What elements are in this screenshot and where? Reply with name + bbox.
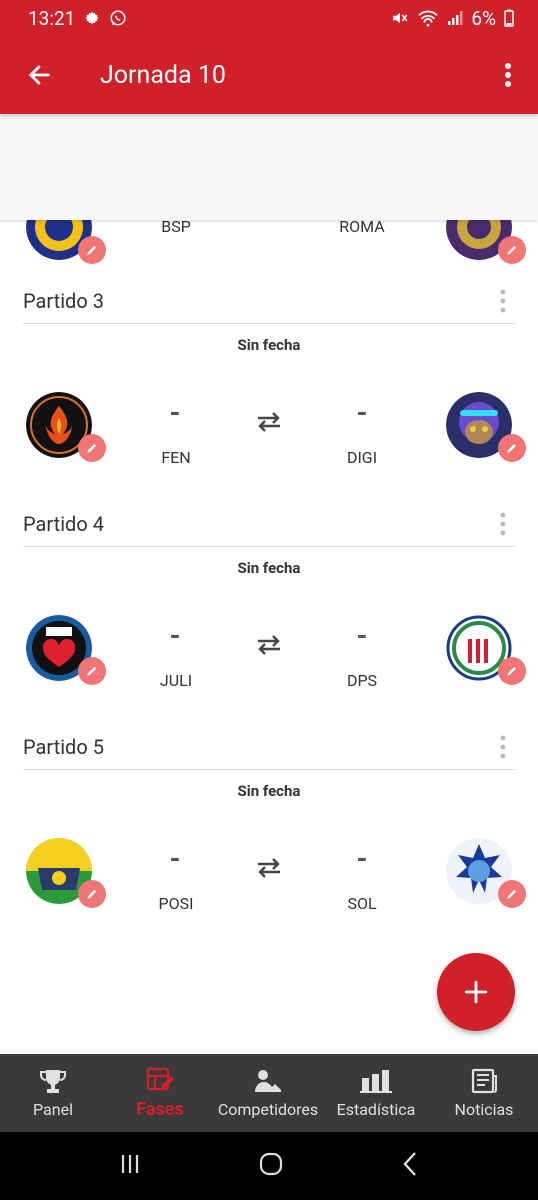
back-button[interactable] bbox=[0, 36, 78, 114]
match-date: Sin fecha bbox=[237, 336, 301, 354]
nav-label: Panel bbox=[33, 1099, 73, 1119]
edit-icon[interactable] bbox=[498, 880, 526, 908]
signal-icon bbox=[447, 10, 463, 26]
cat-helmet-logo-icon bbox=[446, 392, 526, 462]
team-code-home: FEN bbox=[161, 448, 191, 467]
nav-item-panel[interactable]: Panel bbox=[0, 1054, 106, 1132]
overflow-menu-button[interactable] bbox=[478, 36, 538, 114]
nav-item-estadistica[interactable]: Estadística bbox=[322, 1054, 430, 1132]
nav-label: Estadística bbox=[336, 1099, 416, 1119]
positivos-logo-icon bbox=[26, 838, 106, 908]
edit-icon[interactable] bbox=[78, 657, 106, 685]
app-bar: Jornada 10 bbox=[0, 36, 538, 114]
add-match-button[interactable] bbox=[437, 953, 515, 1031]
match-card: Partido 5 Sin fecha - - POSI SOL bbox=[0, 724, 538, 947]
swap-icon[interactable] bbox=[254, 410, 284, 434]
battery-text: 6% bbox=[471, 6, 496, 30]
competitors-icon bbox=[255, 1069, 281, 1092]
back-nav-button[interactable] bbox=[400, 1151, 420, 1181]
page-title: Jornada 10 bbox=[100, 60, 226, 90]
more-vertical-icon[interactable] bbox=[491, 732, 515, 762]
whatsapp-icon bbox=[109, 9, 127, 27]
fenix-logo-icon bbox=[26, 392, 106, 462]
more-vertical-icon[interactable] bbox=[491, 509, 515, 539]
mute-icon bbox=[391, 9, 409, 27]
match-header: Partido 4 bbox=[23, 501, 515, 547]
score-away: - bbox=[356, 619, 368, 652]
edit-icon[interactable] bbox=[78, 236, 106, 264]
match-card: Partido 3 Sin fecha - - FEN DIGI bbox=[0, 278, 538, 501]
bottom-navigation: Panel Fases Competidores Estadística Not… bbox=[0, 1054, 538, 1132]
match-card: Partido 4 Sin fecha - - JULI DPS bbox=[0, 501, 538, 724]
arrow-left-icon bbox=[29, 65, 50, 85]
nav-item-noticias[interactable]: Noticias bbox=[430, 1054, 538, 1132]
home-button[interactable] bbox=[258, 1151, 284, 1181]
header-band bbox=[0, 114, 538, 220]
nav-item-competidores[interactable]: Competidores bbox=[214, 1054, 322, 1132]
edit-icon[interactable] bbox=[78, 434, 106, 462]
team-code-away: SOL bbox=[347, 894, 377, 913]
score-away: - bbox=[356, 396, 368, 429]
score-home: - bbox=[169, 396, 181, 429]
match-header: Partido 3 bbox=[23, 278, 515, 324]
juli-logo-icon bbox=[26, 615, 106, 685]
score-away: - bbox=[356, 842, 368, 875]
news-icon bbox=[471, 1068, 497, 1093]
trophy-icon bbox=[40, 1069, 66, 1093]
status-time: 13:21 bbox=[28, 6, 76, 30]
edit-icon[interactable] bbox=[498, 434, 526, 462]
score-home: - bbox=[169, 842, 181, 875]
match-header: Partido 5 bbox=[23, 724, 515, 770]
match-date: Sin fecha bbox=[237, 559, 301, 577]
battery-icon bbox=[504, 9, 514, 27]
recent-apps-button[interactable] bbox=[118, 1152, 142, 1180]
score-home: - bbox=[169, 619, 181, 652]
swap-icon[interactable] bbox=[254, 856, 284, 880]
team-code-home: JULI bbox=[159, 671, 193, 690]
chevron-left-icon bbox=[403, 1152, 416, 1176]
match-list[interactable]: BSP ROMA Partido 3 Sin fecha - - FEN DIG… bbox=[0, 114, 538, 1054]
match-date: Sin fecha bbox=[237, 782, 301, 800]
plus-icon bbox=[464, 980, 488, 1004]
match-title: Partido 5 bbox=[23, 734, 104, 759]
more-vertical-icon bbox=[505, 63, 511, 87]
nav-label: Fases bbox=[136, 1098, 184, 1120]
system-navigation bbox=[0, 1132, 538, 1200]
more-vertical-icon[interactable] bbox=[491, 286, 515, 316]
team-code-away: DPS bbox=[346, 671, 378, 690]
nav-item-fases[interactable]: Fases bbox=[106, 1054, 214, 1132]
recent-apps-icon bbox=[121, 1155, 139, 1173]
nav-label: Noticias bbox=[454, 1099, 514, 1119]
settings-icon bbox=[83, 9, 101, 27]
status-bar: 13:21 6% bbox=[0, 0, 538, 36]
team-code-away: DIGI bbox=[346, 448, 378, 467]
edit-icon[interactable] bbox=[498, 657, 526, 685]
team-code-home: POSI bbox=[158, 894, 194, 913]
sol-star-logo-icon bbox=[446, 838, 526, 908]
match-title: Partido 4 bbox=[23, 511, 104, 536]
swap-icon[interactable] bbox=[254, 633, 284, 657]
stats-icon bbox=[360, 1069, 392, 1093]
deportivo-splinter-logo-icon bbox=[446, 615, 526, 685]
nav-label: Competidores bbox=[217, 1099, 319, 1119]
home-icon bbox=[259, 1152, 283, 1176]
wifi-icon bbox=[417, 9, 439, 27]
edit-icon[interactable] bbox=[78, 880, 106, 908]
phases-icon bbox=[146, 1067, 174, 1091]
match-title: Partido 3 bbox=[23, 288, 104, 313]
edit-icon[interactable] bbox=[498, 236, 526, 264]
